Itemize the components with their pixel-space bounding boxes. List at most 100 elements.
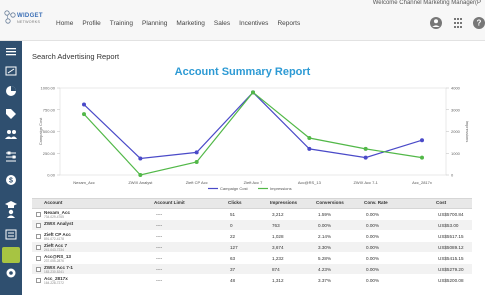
col-account-limit[interactable]: Account Limit	[154, 200, 185, 205]
right-tick-label: 1000	[451, 151, 461, 156]
right-tick-label: 2000	[451, 129, 461, 134]
data-point	[420, 155, 424, 160]
data-point	[138, 173, 143, 177]
clicks-value: 48	[230, 277, 236, 283]
account-id: 164-228-7272	[44, 281, 64, 285]
impressions-value: 1,312	[272, 277, 284, 283]
cost-value: US$53.00	[438, 222, 459, 228]
left-tick-label: 750.00	[43, 107, 56, 112]
account-limit: ----	[156, 233, 163, 239]
account-limit: ----	[156, 277, 163, 283]
account-limit: ----	[156, 211, 163, 217]
clicks-value: 63	[230, 255, 236, 261]
data-point	[194, 159, 199, 164]
row-expand-toggle[interactable]	[36, 245, 41, 250]
conv-rate-value: 0.00%	[366, 255, 380, 261]
left-tick-label: 250.00	[43, 151, 56, 156]
data-point	[307, 146, 312, 151]
left-tick-label: 1000.00	[41, 86, 56, 91]
conversions-value: 4.23%	[318, 266, 332, 272]
x-tick-label: Nexam_Acc	[73, 180, 95, 185]
account-name: Zieft Acc 7	[44, 242, 68, 248]
col-conv-rate[interactable]: Conv. Rate	[364, 200, 388, 205]
account-id: 241-043-7234	[44, 248, 64, 252]
conv-rate-value: 0.00%	[366, 233, 380, 239]
clicks-value: 127	[230, 244, 238, 250]
cost-value: US$5700.84	[438, 211, 464, 217]
x-tick-label: Zieft CP Acc	[186, 180, 208, 185]
clicks-value: 22	[230, 233, 236, 239]
x-tick-label: ZWIX Acc 7-1	[353, 180, 378, 185]
table-row[interactable]: Acc@RS_13 ---- 63 1,232 5.28% 0.00% US$5415.15…	[32, 253, 472, 263]
impressions-value: 763	[272, 222, 280, 228]
data-point	[82, 102, 86, 107]
row-expand-toggle[interactable]	[36, 256, 41, 261]
impressions-value: 1,028	[272, 233, 284, 239]
y-axis-left-label: Campaign Cost	[38, 117, 43, 145]
conversions-value: 3.37%	[318, 277, 332, 283]
conversions-value: 0.00%	[318, 222, 332, 228]
col-account[interactable]: Account	[44, 200, 62, 205]
cost-value: US$5279.20	[438, 266, 464, 272]
data-point	[363, 155, 368, 160]
col-conversions[interactable]: Conversions	[316, 200, 344, 205]
conversions-value: 5.28%	[318, 255, 332, 261]
account-id: 183-230-5241	[44, 270, 64, 274]
row-expand-toggle[interactable]	[36, 234, 41, 239]
col-cost[interactable]: Cost	[436, 200, 446, 205]
row-expand-toggle[interactable]	[36, 223, 41, 228]
row-expand-toggle[interactable]	[36, 278, 41, 283]
settings-icon[interactable]	[6, 268, 16, 278]
cap-icon[interactable]	[5, 201, 17, 208]
person-active-icon[interactable]	[7, 209, 15, 218]
table-row[interactable]: Zieft Acc 7 ---- 127 3,674 3.30% 0.00% US$5089…	[32, 242, 472, 252]
row-expand-toggle[interactable]	[36, 212, 41, 217]
right-tick-label: 0	[451, 173, 454, 178]
x-tick-label: Acc_2817x	[412, 180, 432, 185]
account-name: Nexam_Acc	[44, 209, 71, 215]
table-row[interactable]: ZWIX Acc 7-1 ---- 37 874 4.23% 0.00% US$5279.2…	[32, 264, 472, 274]
account-id: 237-055-2876	[44, 259, 64, 263]
y-axis-right-label: Impressions	[465, 121, 470, 143]
account-limit: ----	[156, 255, 163, 261]
plot-area	[59, 87, 447, 176]
cost-value: US$5200.08	[438, 277, 464, 283]
conversions-value: 3.30%	[318, 244, 332, 250]
clicks-value: 37	[230, 266, 236, 272]
col-clicks[interactable]: Clicks	[228, 200, 242, 205]
data-point	[363, 146, 368, 151]
clicks-value: 0	[230, 222, 233, 228]
table-row[interactable]: Nexam_Acc ---- 51 3,212 1.59% 0.00% US$5700.84…	[32, 209, 472, 219]
table-row[interactable]: ZWIX Analyst ---- 0 763 0.00% 0.00% US$53.00	[32, 220, 472, 230]
right-tick-label: 3000	[451, 107, 461, 112]
cost-value: US$5089.12	[438, 244, 464, 250]
left-tick-label: 0.00	[47, 173, 56, 178]
x-tick-label: Acc@RS_13	[298, 180, 322, 185]
col-impressions[interactable]: Impressions	[270, 200, 297, 205]
impressions-value: 3,674	[272, 244, 284, 250]
account-name: Zieft CP Acc	[44, 231, 71, 237]
clicks-value: 51	[230, 211, 236, 217]
account-name: Acc_2817x	[44, 275, 68, 281]
table-row[interactable]: Zieft CP Acc ---- 22 1,028 2.14% 0.00% US$5517…	[32, 231, 472, 241]
account-id: 891-072-4178	[44, 237, 64, 241]
conv-rate-value: 0.00%	[366, 277, 380, 283]
data-point	[82, 112, 86, 117]
series-line-campaign-cost	[83, 91, 423, 160]
account-limit: ----	[156, 222, 163, 228]
legend-impressions: Impressions	[270, 186, 292, 191]
account-name: ZWIX Acc 7-1	[44, 264, 73, 270]
news-icon[interactable]	[5, 229, 17, 240]
account-limit: ----	[156, 244, 163, 250]
data-point	[307, 136, 312, 141]
conv-rate-value: 0.00%	[366, 222, 380, 228]
row-expand-toggle[interactable]	[36, 267, 41, 272]
x-tick-label: ZWIX Analyst	[128, 180, 153, 185]
conversions-value: 2.14%	[318, 233, 332, 239]
left-tick-label: 500.00	[43, 129, 56, 134]
account-name: ZWIX Analyst	[44, 220, 74, 226]
conversions-value: 1.59%	[318, 211, 332, 217]
table-row[interactable]: Acc_2817x ---- 48 1,312 3.37% 0.00% US$5200.08…	[32, 275, 472, 285]
series-line-impressions	[83, 91, 423, 176]
data-point	[138, 156, 143, 161]
